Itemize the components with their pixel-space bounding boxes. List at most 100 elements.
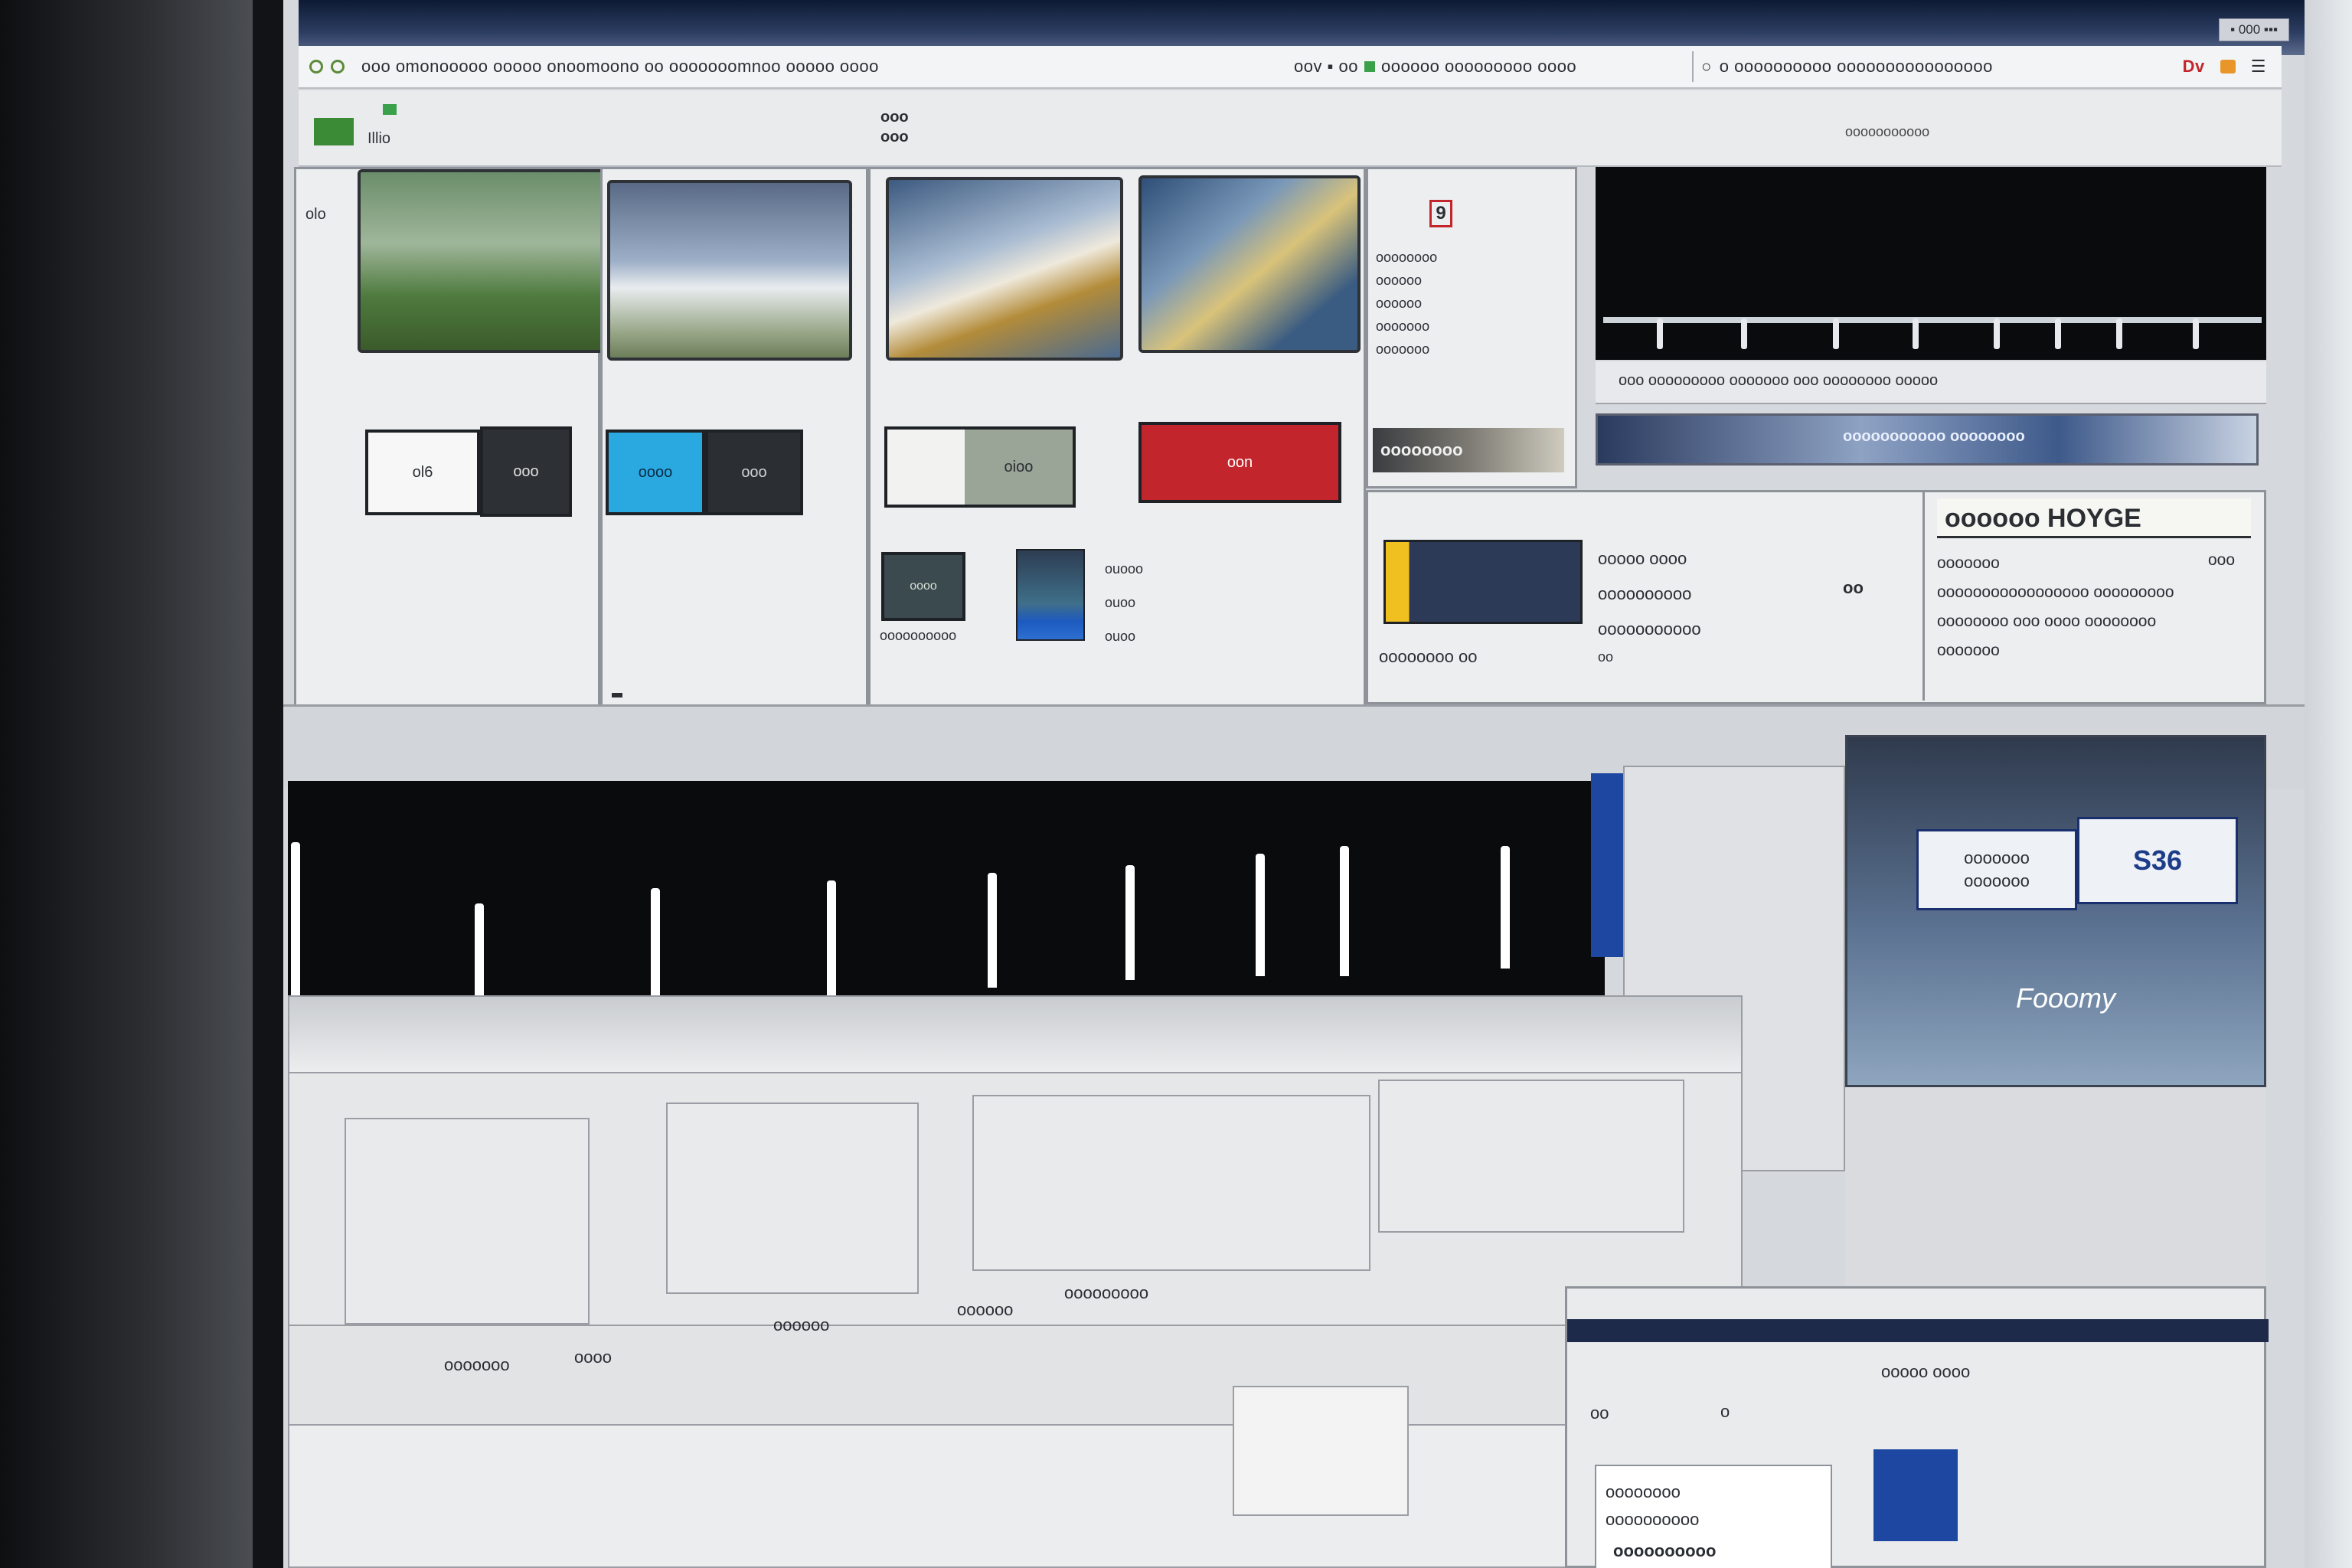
info-line: oooooooooo — [1598, 584, 1692, 603]
card-line: oooooooo — [1606, 1482, 1681, 1501]
timeline-marker[interactable] — [2055, 318, 2061, 349]
card-blue-block[interactable] — [1873, 1449, 1958, 1541]
address-extra[interactable]: ○ o oooooooooo oooooooooooooooo — [1692, 51, 1993, 82]
hero-image: ooooooo ooooooo S36 Fooomy — [1845, 735, 2266, 1087]
address-segment-label-2: oooooo ooooooooo oooo — [1380, 57, 1577, 76]
address-icons: Dv ☰ — [2183, 57, 2266, 77]
machine-label: ooooooooo — [1064, 1283, 1149, 1302]
monitor-bezel-edge — [253, 0, 283, 1568]
toolbar-center: ooo ooo — [880, 107, 909, 147]
media-chip-red[interactable]: oon — [1138, 422, 1341, 503]
chip-caption: oooooooooo — [880, 628, 957, 643]
monitor-bezel-right — [2305, 0, 2352, 1568]
media-chip-label: oioo — [964, 430, 1073, 505]
bottom-card: ooooo oooo oo o oooooooo oooooooooo oooo… — [1565, 1286, 2269, 1568]
panel-side-label: olo — [305, 206, 326, 223]
media-chip-pattern-label: oooo — [910, 580, 937, 593]
media-chip-dark[interactable]: ooo — [480, 426, 572, 517]
info-block-line: ooooooo — [1937, 642, 2000, 659]
video-preview[interactable] — [1596, 167, 2266, 360]
media-chip[interactable]: oioo — [884, 426, 1076, 508]
info-side: oo — [1843, 578, 1864, 597]
status-chip-icon — [1364, 61, 1375, 72]
video-strip-label: ooooooooooo oooooooo — [1843, 428, 2025, 445]
rail-post — [1256, 854, 1265, 976]
thumbnail-frame[interactable] — [1138, 175, 1361, 353]
media-chip-blue-label: oooo — [638, 463, 673, 481]
toolbar-label: Illio — [368, 130, 391, 147]
thumbnail-snow[interactable] — [607, 180, 852, 361]
video-strip[interactable]: ooooooooooo oooooooo — [1596, 413, 2259, 466]
media-chip[interactable]: ol6 — [365, 430, 480, 515]
info-panel: ooooo oooo oooooooooo ooooooooooo oooooo… — [1366, 490, 2266, 704]
card-header-bar — [1567, 1319, 2269, 1342]
card-label: oo — [1590, 1403, 1609, 1423]
media-chip-dark-label: ooo — [513, 462, 539, 480]
info-line: ooooo oooo — [1598, 549, 1687, 568]
monitor-bezel-left — [0, 0, 253, 1568]
card-value: o — [1720, 1402, 1730, 1421]
rail-post — [827, 880, 836, 995]
timeline-rail[interactable] — [1603, 317, 2262, 323]
toolbar-right-label: ooooooooooo — [1845, 124, 1930, 139]
rss-icon[interactable] — [2220, 60, 2236, 74]
rail-post — [1501, 846, 1510, 969]
rail-post — [1125, 865, 1135, 980]
output-tray[interactable] — [1233, 1386, 1409, 1516]
divider — [1692, 51, 1694, 82]
media-chip-dark[interactable]: ooo — [705, 430, 803, 515]
info-heading: oooooo HOYGE — [1937, 498, 2251, 538]
window-controls[interactable]: ▪ 000 ▪▪▪ — [2219, 18, 2289, 41]
info-side-2: oo — [1598, 649, 1614, 665]
hero-button-left[interactable]: ooooooo ooooooo — [1916, 829, 2077, 910]
hero-button-right-label: S36 — [2132, 844, 2183, 876]
machine-door[interactable] — [1378, 1080, 1684, 1233]
timeline-marker[interactable] — [1994, 318, 2000, 349]
media-chip-dark-label: ooo — [741, 463, 767, 481]
accent-bar — [1591, 773, 1623, 957]
handle-icon[interactable] — [612, 693, 622, 697]
timeline-marker[interactable] — [2116, 318, 2122, 349]
timeline-marker[interactable] — [1913, 318, 1919, 349]
media-chip-red-label: oon — [1227, 453, 1253, 471]
timeline-marker[interactable] — [1741, 318, 1747, 349]
indicator-icon — [383, 104, 397, 115]
timeline-marker[interactable] — [2193, 318, 2199, 349]
toolbar-center-line2: ooo — [880, 129, 909, 145]
info-block-line: oooooooo ooo oooo oooooooo — [1937, 612, 2157, 630]
machine-door[interactable] — [345, 1118, 590, 1325]
media-chip-label: ol6 — [412, 463, 433, 481]
media-chip-blue[interactable]: oooo — [606, 430, 705, 515]
bookmark-label[interactable]: Dv — [2183, 57, 2205, 77]
document-line: ooooooo — [1376, 341, 1430, 357]
thumbnail-bus[interactable] — [1383, 540, 1583, 624]
timeline-marker[interactable] — [1657, 318, 1663, 349]
thumbnail-landscape[interactable] — [358, 169, 610, 353]
machine-rail — [288, 995, 1743, 1080]
document-line: oooooo — [1376, 273, 1423, 288]
document-line: ooooooo — [1376, 318, 1430, 334]
machine-label: oooooo — [773, 1315, 830, 1334]
screen: ▪ 000 ▪▪▪ ooo omonooooo ooooo onoomoono … — [283, 0, 2305, 1568]
rail-post — [291, 842, 300, 1018]
toolbar-center-line1: ooo — [880, 109, 909, 126]
card-line: oooooooooo — [1606, 1510, 1700, 1529]
hero-caption: Fooomy — [2016, 982, 2116, 1014]
document-footer: oooooooo — [1373, 428, 1564, 472]
machine-door[interactable] — [972, 1095, 1370, 1271]
rail-post — [1340, 846, 1349, 976]
thumbnail-sculpture[interactable] — [886, 177, 1123, 361]
address-bar[interactable]: ooo omonooooo ooooo onoomoono oo ooooooo… — [299, 46, 2282, 89]
left-panel: olo ol6 ooo — [294, 167, 610, 741]
card-lines: oooooooo oooooooooo — [1606, 1478, 1699, 1534]
address-segment[interactable]: oov ▪ oo oooooo ooooooooo oooo — [1294, 57, 1576, 77]
status-dot-icon — [331, 60, 345, 74]
media-chip-pattern[interactable]: oooo — [881, 552, 965, 621]
thumbnail-pattern[interactable] — [1016, 549, 1085, 641]
column-label: ouoo — [1105, 595, 1136, 610]
document-panel[interactable]: 9 oooooooo oooooo oooooo ooooooo ooooooo… — [1366, 167, 1577, 488]
machine-door[interactable] — [666, 1102, 919, 1294]
hero-button-right[interactable]: S36 — [2077, 817, 2238, 904]
menu-icon[interactable]: ☰ — [2251, 57, 2266, 77]
timeline-marker[interactable] — [1833, 318, 1839, 349]
